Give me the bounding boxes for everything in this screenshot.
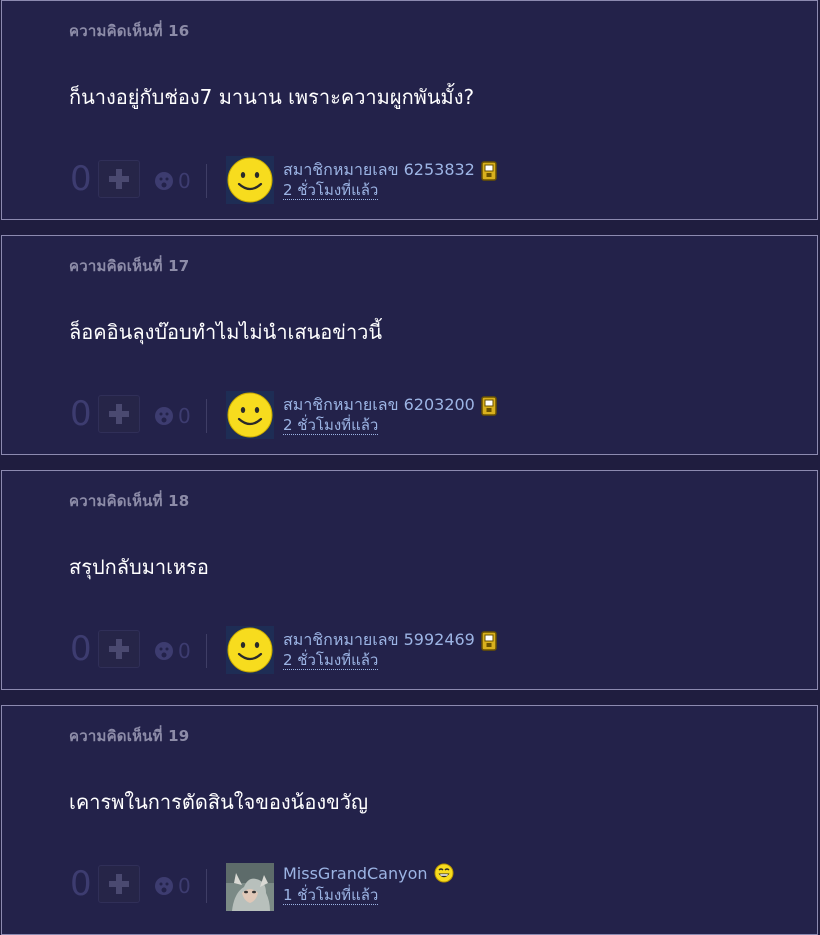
- vote-plus-button[interactable]: [98, 865, 140, 903]
- vote-count: 0: [70, 629, 92, 669]
- username-link[interactable]: สมาชิกหมายเลข 5992469: [283, 628, 497, 653]
- emotion-button[interactable]: 0: [154, 641, 191, 661]
- comment-title: ความคิดเห็นที่ 17: [69, 257, 190, 275]
- comment-body: เคารพในการตัดสินใจของน้องขวัญ: [69, 790, 369, 814]
- timestamp-link[interactable]: 1 ชั่วโมงที่แล้ว: [283, 887, 379, 905]
- mobile-icon: [481, 395, 497, 416]
- smiley-icon: [227, 627, 273, 673]
- smiley-avatar[interactable]: [226, 156, 274, 204]
- vote-count: 0: [70, 864, 92, 904]
- emotion-face-icon: [155, 407, 173, 425]
- timestamp-link[interactable]: 2 ชั่วโมงที่แล้ว: [283, 652, 379, 670]
- laughing-emoji-icon: [434, 863, 454, 883]
- comment-body: ล็อคอินลุงบ๊อบทำไมไม่นำเสนอข่าวนี้: [69, 320, 383, 344]
- comment-title: ความคิดเห็นที่ 19: [69, 727, 190, 745]
- smiley-avatar[interactable]: [226, 626, 274, 674]
- comment-card: ความคิดเห็นที่ 17 ล็อคอินลุงบ๊อบทำไมไม่น…: [1, 235, 818, 455]
- comment-body: สรุปกลับมาเหรอ: [69, 555, 209, 579]
- comment-card: ความคิดเห็นที่ 18 สรุปกลับมาเหรอ 0 0 สมา…: [1, 470, 818, 690]
- comment-card: ความคิดเห็นที่ 19 เคารพในการตัดสินใจของน…: [1, 705, 818, 935]
- vote-plus-button[interactable]: [98, 630, 140, 668]
- username-link[interactable]: MissGrandCanyon: [283, 863, 454, 883]
- vote-plus-button[interactable]: [98, 395, 140, 433]
- smiley-icon: [227, 392, 273, 438]
- comment-title: ความคิดเห็นที่ 16: [69, 22, 190, 40]
- plus-icon: [109, 404, 129, 424]
- mobile-icon: [481, 160, 497, 181]
- divider: [206, 164, 207, 198]
- emotion-button[interactable]: 0: [154, 171, 191, 191]
- emotion-button[interactable]: 0: [154, 406, 191, 426]
- emotion-button[interactable]: 0: [154, 876, 191, 896]
- divider: [206, 399, 207, 433]
- emotion-face-icon: [155, 877, 173, 895]
- username-text: MissGrandCanyon: [283, 863, 428, 883]
- comment-body: ก็นางอยู่กับช่อง7 มานาน เพราะความผูกพันม…: [69, 85, 475, 109]
- divider: [206, 634, 207, 668]
- emotion-count: 0: [178, 404, 191, 428]
- smiley-icon: [227, 157, 273, 203]
- user-photo-icon: [226, 863, 274, 911]
- emotion-face-icon: [155, 642, 173, 660]
- vote-count: 0: [70, 394, 92, 434]
- emotion-count: 0: [178, 874, 191, 898]
- vote-plus-button[interactable]: [98, 160, 140, 198]
- plus-icon: [109, 874, 129, 894]
- emotion-count: 0: [178, 169, 191, 193]
- username-link[interactable]: สมาชิกหมายเลข 6203200: [283, 393, 497, 418]
- vote-count: 0: [70, 159, 92, 199]
- username-text: สมาชิกหมายเลข 6253832: [283, 160, 475, 179]
- mobile-icon: [481, 630, 497, 651]
- emotion-face-icon: [155, 172, 173, 190]
- divider: [206, 869, 207, 903]
- timestamp-link[interactable]: 2 ชั่วโมงที่แล้ว: [283, 417, 379, 435]
- timestamp-link[interactable]: 2 ชั่วโมงที่แล้ว: [283, 182, 379, 200]
- username-text: สมาชิกหมายเลข 6203200: [283, 395, 475, 414]
- photo-avatar[interactable]: [226, 863, 274, 911]
- emotion-count: 0: [178, 639, 191, 663]
- comment-card: ความคิดเห็นที่ 16 ก็นางอยู่กับช่อง7 มานา…: [1, 0, 818, 220]
- plus-icon: [109, 639, 129, 659]
- plus-icon: [109, 169, 129, 189]
- username-link[interactable]: สมาชิกหมายเลข 6253832: [283, 158, 497, 183]
- username-text: สมาชิกหมายเลข 5992469: [283, 630, 475, 649]
- comment-title: ความคิดเห็นที่ 18: [69, 492, 190, 510]
- smiley-avatar[interactable]: [226, 391, 274, 439]
